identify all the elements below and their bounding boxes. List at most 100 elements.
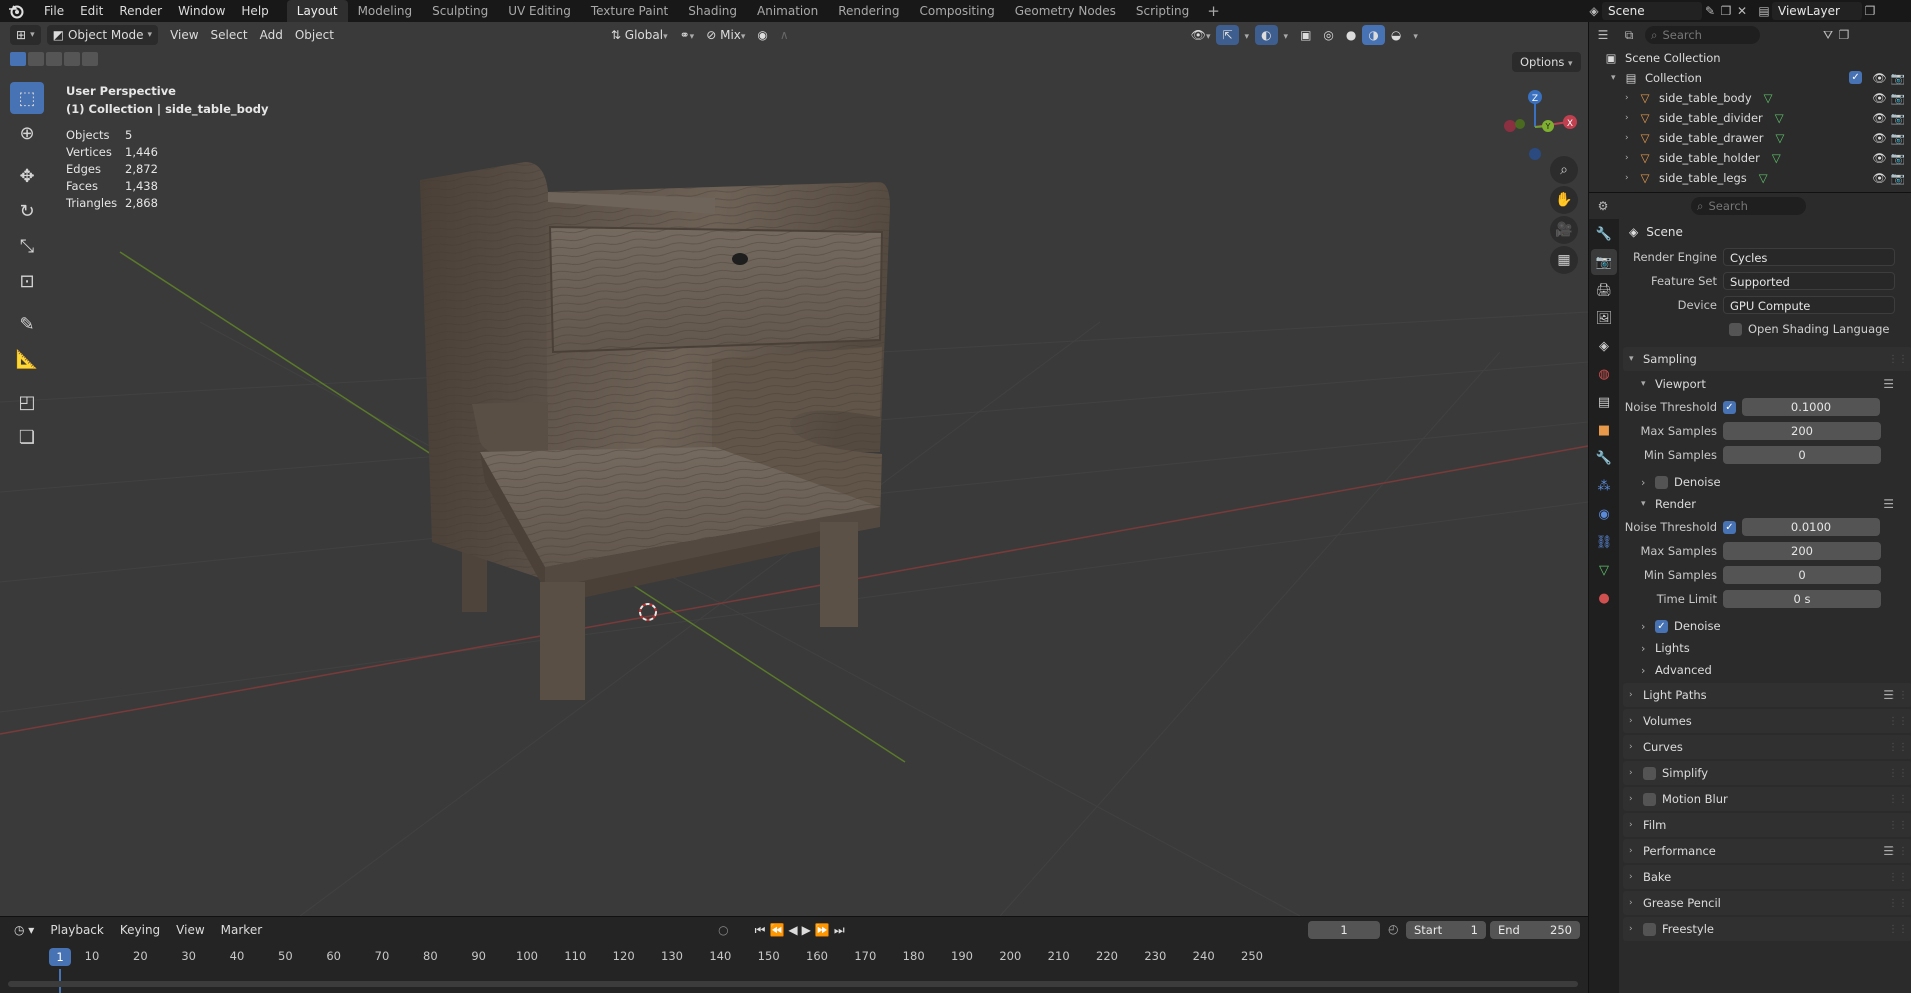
motion-blur-checkbox[interactable] — [1643, 792, 1656, 806]
playhead[interactable]: 1 — [49, 948, 71, 966]
render-max-samples-field[interactable]: 200 — [1723, 542, 1881, 560]
list-item[interactable]: › ▽ side_table_holder ▽ 👁 📷 — [1589, 148, 1911, 168]
gizmo-toggle-icon[interactable]: ⇱ — [1216, 25, 1239, 45]
eye-icon[interactable]: 👁 — [1872, 111, 1887, 125]
motion-blur-panel[interactable]: › Motion Blur ⋮⋮ — [1623, 787, 1911, 811]
freestyle-panel[interactable]: › Freestyle ⋮⋮ — [1623, 917, 1911, 941]
drag-handle-icon[interactable]: ⋮⋮ — [1888, 924, 1908, 935]
collection-tab-icon[interactable]: ▤ — [1591, 389, 1617, 415]
noise-threshold-checkbox[interactable]: ✓ — [1723, 520, 1736, 534]
select-intersect-icon[interactable] — [82, 52, 98, 66]
eye-icon[interactable]: 👁 — [1872, 131, 1887, 145]
list-item[interactable]: › ▽ side_table_legs ▽ 👁 📷 — [1589, 168, 1911, 188]
menu-file[interactable]: File — [36, 0, 72, 22]
noise-threshold-checkbox[interactable]: ✓ — [1723, 400, 1736, 414]
chevron-right-icon[interactable]: › — [1625, 113, 1637, 123]
world-tab-icon[interactable]: ◍ — [1591, 361, 1617, 387]
outliner[interactable]: ☰ ⧉ ⌕ Search ⛛ ❐ ▣ Scene Collection ▾ ▤ C… — [1588, 22, 1911, 192]
eye-icon[interactable]: 👁 — [1872, 91, 1887, 105]
feature-set-dropdown[interactable]: Supported — [1723, 272, 1895, 290]
curves-panel[interactable]: › Curves ⋮⋮ — [1623, 735, 1911, 759]
mesh-data-icon[interactable]: ▽ — [1759, 171, 1768, 185]
rotate-tool-icon[interactable]: ↻ — [10, 195, 44, 227]
zoom-icon[interactable]: ⌕ — [1550, 156, 1578, 184]
xray-icon[interactable]: ▣ — [1294, 25, 1317, 45]
viewport-menu-select[interactable]: Select — [205, 25, 254, 45]
viewport-menu-view[interactable]: View — [164, 25, 204, 45]
select-box-tool-icon[interactable]: ⬚ — [10, 82, 44, 114]
drag-handle-icon[interactable]: ⋮⋮ — [1888, 898, 1908, 909]
scene-selector[interactable]: Scene — [1602, 2, 1702, 20]
eye-icon[interactable]: 👁 — [1872, 151, 1887, 165]
grease-pencil-panel[interactable]: › Grease Pencil ⋮⋮ — [1623, 891, 1911, 915]
measure-tool-icon[interactable]: 📐 — [10, 343, 44, 375]
chevron-down-icon[interactable]: ▾ — [1611, 73, 1623, 83]
mesh-data-icon[interactable]: ▽ — [1772, 151, 1781, 165]
osl-checkbox[interactable] — [1729, 322, 1742, 336]
light-paths-panel[interactable]: › Light Paths ☰ ⋮⋮ — [1623, 683, 1911, 707]
shading-solid-icon[interactable]: ● — [1340, 25, 1362, 45]
camera-icon[interactable]: 📷 — [1891, 111, 1905, 125]
new-scene-icon[interactable]: ❐ — [1718, 3, 1734, 19]
timeline-menu-view[interactable]: View — [168, 923, 212, 937]
drag-handle-icon[interactable]: ⋮⋮ — [1888, 768, 1908, 779]
delete-scene-icon[interactable]: ✕ — [1734, 3, 1750, 19]
auto-key-icon[interactable]: ○ — [710, 923, 736, 937]
timeline-scrollbar[interactable] — [8, 981, 1578, 987]
shading-dropdown[interactable]: ▾ — [1407, 25, 1424, 45]
camera-icon[interactable]: 📷 — [1891, 151, 1905, 165]
timeline-menu-playback[interactable]: Playback — [42, 923, 112, 937]
timeline[interactable]: ◷ ▾ Playback Keying View Marker ○ ⏮⏪◀▶⏩⏭… — [0, 916, 1588, 993]
material-tab-icon[interactable]: ● — [1591, 585, 1617, 611]
viewport-noise-threshold-field[interactable]: 0.1000 — [1742, 398, 1880, 416]
presets-list-icon[interactable]: ☰ — [1883, 497, 1894, 511]
current-frame-field[interactable]: 1 — [1308, 921, 1380, 939]
view-layer-tab-icon[interactable]: 🖼 — [1591, 305, 1617, 331]
scale-tool-icon[interactable]: ⤡ — [10, 230, 44, 262]
proportional-edit-icon[interactable]: ◉ — [751, 25, 773, 45]
drag-handle-icon[interactable]: ⋮⋮ — [1888, 846, 1908, 857]
timeline-editor-icon[interactable]: ◷ ▾ — [6, 923, 42, 937]
simplify-panel[interactable]: › Simplify ⋮⋮ — [1623, 761, 1911, 785]
chevron-right-icon[interactable]: › — [1625, 153, 1637, 163]
jump-start-icon[interactable]: ⏮ — [755, 923, 770, 937]
properties-editor-icon[interactable]: ⚙ — [1595, 198, 1611, 214]
mesh-data-icon[interactable]: ▽ — [1775, 111, 1784, 125]
drag-handle-icon[interactable]: ⋮⋮ — [1888, 872, 1908, 883]
list-item[interactable]: › ▽ side_table_body ▽ 👁 📷 — [1589, 88, 1911, 108]
viewport-denoise-subpanel[interactable]: › Denoise — [1623, 471, 1911, 493]
tab-shading[interactable]: Shading — [678, 0, 747, 22]
camera-icon[interactable]: 📷 — [1891, 171, 1905, 185]
outliner-editor-icon[interactable]: ☰ — [1595, 27, 1611, 43]
tab-uv-editing[interactable]: UV Editing — [498, 0, 581, 22]
properties-editor[interactable]: ⚙ ⌕ Search 🔧 📷 🖨 🖼 ◈ ◍ ▤ ■ 🔧 ⁂ ◉ ⛓ ▽ ● ◈ S… — [1588, 192, 1911, 993]
chevron-right-icon[interactable]: › — [1625, 173, 1637, 183]
viewport-min-samples-field[interactable]: 0 — [1723, 446, 1881, 464]
add-workspace-icon[interactable]: + — [1199, 0, 1228, 22]
cursor-tool-icon[interactable]: ⊕ — [10, 117, 44, 149]
constraints-tab-icon[interactable]: ⛓ — [1591, 529, 1617, 555]
add-object-tool-icon[interactable]: ❏ — [10, 421, 44, 453]
end-frame-field[interactable]: End 250 — [1490, 921, 1580, 939]
3d-viewport[interactable]: ⊞ ▾ ◩ Object Mode ▾ View Select Add Object… — [0, 22, 1588, 916]
transform-tool-icon[interactable]: ⊡ — [10, 265, 44, 297]
sampling-panel-header[interactable]: ▾ Sampling ⋮⋮ — [1623, 347, 1911, 371]
menu-window[interactable]: Window — [170, 0, 233, 22]
camera-icon[interactable]: 📷 — [1891, 71, 1905, 85]
render-noise-threshold-field[interactable]: 0.0100 — [1742, 518, 1880, 536]
chevron-right-icon[interactable]: › — [1625, 133, 1637, 143]
scene-collection-row[interactable]: ▣ Scene Collection — [1589, 48, 1911, 68]
data-tab-icon[interactable]: ▽ — [1591, 557, 1617, 583]
list-item[interactable]: › ▽ side_table_drawer ▽ 👁 📷 — [1589, 128, 1911, 148]
shading-wireframe-icon[interactable]: ◎ — [1317, 25, 1339, 45]
time-limit-field[interactable]: 0 s — [1723, 590, 1881, 608]
camera-view-icon[interactable]: 🎥 — [1550, 216, 1578, 244]
options-dropdown[interactable]: Options ▾ — [1512, 52, 1581, 72]
jump-end-icon[interactable]: ⏭ — [834, 923, 849, 937]
drag-handle-icon[interactable]: ⋮⋮ — [1888, 354, 1908, 365]
particles-tab-icon[interactable]: ⁂ — [1591, 473, 1617, 499]
drag-handle-icon[interactable]: ⋮⋮ — [1888, 794, 1908, 805]
chevron-right-icon[interactable]: › — [1625, 93, 1637, 103]
scene-tab-icon[interactable]: ◈ — [1591, 333, 1617, 359]
clock-icon[interactable]: ◴ — [1388, 922, 1398, 936]
